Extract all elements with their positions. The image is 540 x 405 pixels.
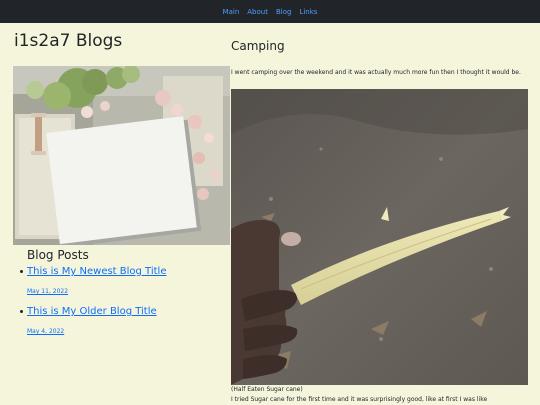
site-title: i1s2a7 Blogs — [14, 31, 123, 51]
nav-link-blog[interactable]: Blog — [276, 8, 291, 16]
post-date-link[interactable]: May 4, 2022 — [27, 328, 64, 335]
blog-post-list: This is My Newest Blog Title May 11, 202… — [14, 265, 224, 345]
photo-caption: (Half Eaten Sugar cane) — [231, 386, 303, 393]
post-title-link[interactable]: This is My Older Blog Title — [27, 305, 224, 318]
list-item: This is My Older Blog Title May 4, 2022 — [14, 305, 224, 337]
nav-link-main[interactable]: Main — [223, 8, 240, 16]
hero-image — [13, 66, 230, 245]
blog-posts-heading: Blog Posts — [27, 248, 89, 262]
nav-link-links[interactable]: Links — [299, 8, 317, 16]
article-photo — [231, 89, 528, 385]
article-title: Camping — [231, 39, 285, 53]
top-navbar: Main About Blog Links — [0, 0, 540, 23]
post-date-link[interactable]: May 11, 2022 — [27, 288, 68, 295]
post-title-link[interactable]: This is My Newest Blog Title — [27, 265, 224, 278]
nav-link-about[interactable]: About — [247, 8, 268, 16]
article-body-text: I tried Sugar cane for the first time an… — [231, 396, 488, 403]
list-item: This is My Newest Blog Title May 11, 202… — [14, 265, 224, 297]
article-intro: I went camping over the weekend and it w… — [231, 69, 521, 76]
